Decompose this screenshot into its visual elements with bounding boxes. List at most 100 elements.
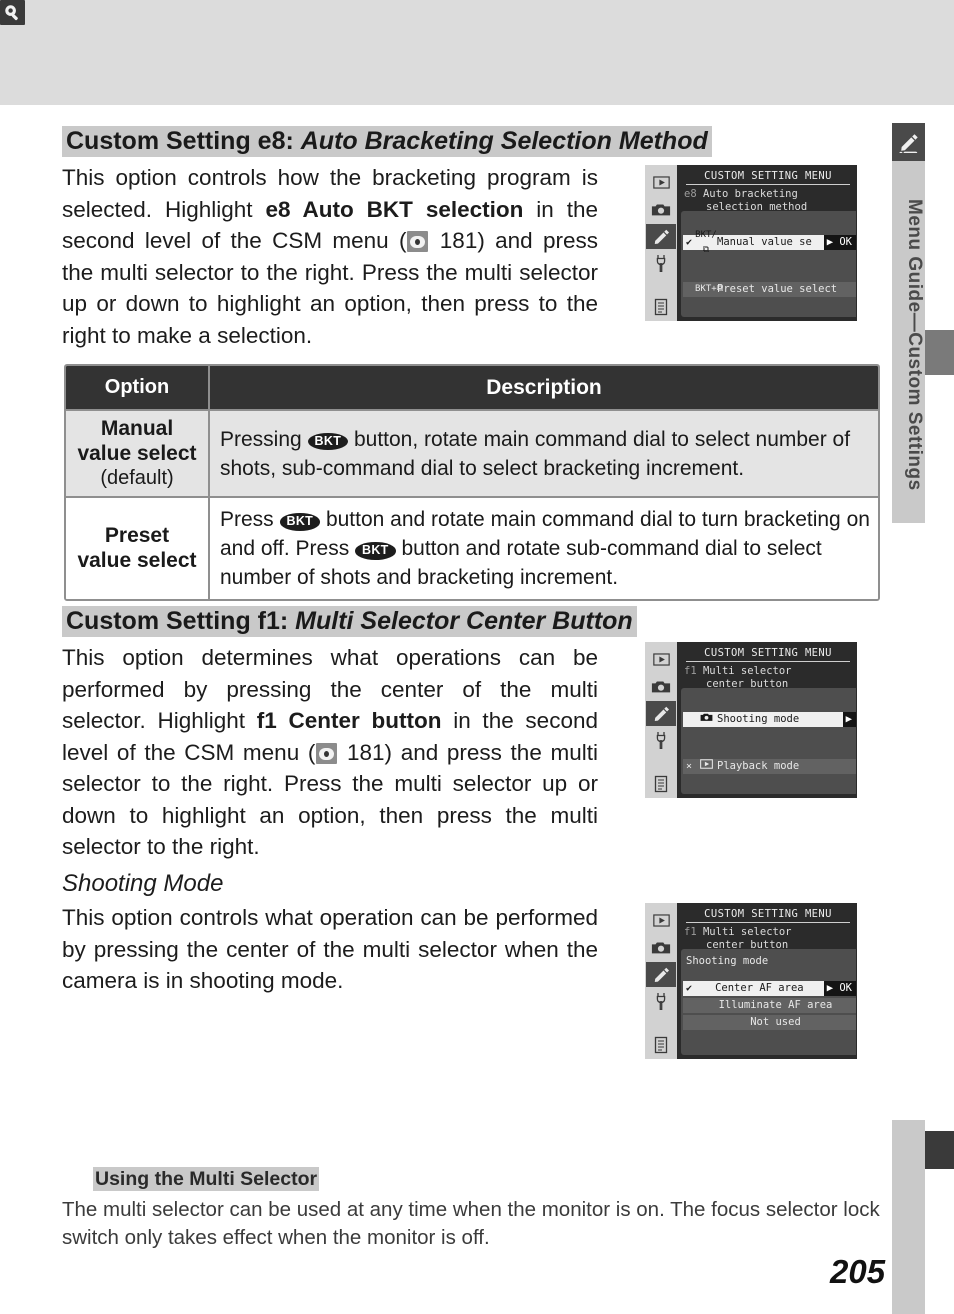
note-heading-text: Using the Multi Selector xyxy=(93,1167,320,1191)
table-cell-option-preset: Preset value select xyxy=(66,498,208,599)
lcd-option-not-used[interactable]: Not used xyxy=(683,1015,856,1030)
lcd-sidebar xyxy=(645,903,677,1059)
subsection-shooting-body: This option controls what operation can … xyxy=(62,905,598,993)
bkt-continuous-icon: BKT/⧉ xyxy=(695,229,717,255)
lcd-option-illuminate-af-area[interactable]: Illuminate AF area xyxy=(683,998,856,1013)
side-bottom-marker xyxy=(925,1131,954,1169)
lcd-option-preset-value-select[interactable]: BKT+⧉ Preset value select xyxy=(683,282,856,297)
side-tab-bottom-strip xyxy=(892,1120,925,1314)
lcd-option-panel: Shooting mode ✔ Center AF area ▶ OK Illu… xyxy=(681,949,856,1055)
f1-body-bold: f1 Center button xyxy=(256,708,442,733)
lcd-option-center-af-area[interactable]: ✔ Center AF area ▶ OK xyxy=(683,981,856,996)
option-line-1: Preset xyxy=(104,523,170,547)
note-heading: Using the Multi Selector xyxy=(93,1167,320,1191)
page-reference-icon xyxy=(316,742,338,764)
lcd-sub-line1: Auto bracketing xyxy=(702,188,798,200)
lcd-screenshot-shooting-mode: CUSTOM SETTING MENU f1 Multi selector ce… xyxy=(645,903,857,1059)
lcd-main-area: CUSTOM SETTING MENU e8 Auto bracketing s… xyxy=(677,165,857,321)
desc-part: Pressing xyxy=(220,427,308,451)
lcd-option-label: Preset value select xyxy=(717,283,838,295)
lcd-ok-badge: ▶ OK xyxy=(823,981,856,996)
desc-part: Press xyxy=(220,508,280,532)
page-number: 205 xyxy=(830,1253,886,1290)
lcd-code: f1 xyxy=(684,665,697,677)
lcd-panel-gap xyxy=(681,967,856,981)
lcd-code: f1 xyxy=(684,926,697,938)
table-row: Preset value select Press BKT button and… xyxy=(66,498,878,600)
section-heading-f1-title: Multi Selector Center Button xyxy=(295,607,633,635)
lcd-panel-gap xyxy=(681,727,856,759)
recent-settings-icon xyxy=(646,771,676,797)
option-line-2: value select xyxy=(77,441,197,465)
table-cell-description-manual: Pressing BKT button, rotate main command… xyxy=(210,411,878,496)
section-heading-e8-prefix: Custom Setting e8: xyxy=(66,127,301,155)
lcd-checkmark: ✔ xyxy=(685,983,693,994)
lcd-panel-title: Shooting mode xyxy=(686,955,769,967)
section-heading-f1: Custom Setting f1: Multi Selector Center… xyxy=(62,606,637,638)
lcd-ok-badge: ▶ OK xyxy=(823,235,856,250)
section-heading-f1-prefix: Custom Setting f1: xyxy=(66,607,296,635)
table-header-description: Description xyxy=(486,376,602,399)
lcd-option-manual-value-select[interactable]: ✔ BKT/⧉ Manual value se ▶ OK xyxy=(683,230,856,255)
recent-settings-icon xyxy=(646,1032,676,1058)
lcd-code: e8 xyxy=(684,188,697,200)
lcd-main-area: CUSTOM SETTING MENU f1 Multi selector ce… xyxy=(677,642,857,798)
lcd-sidebar-spacer xyxy=(646,1015,676,1031)
lcd-sidebar-spacer xyxy=(646,277,676,293)
section-e8-body: This option controls how the bracketing … xyxy=(62,162,598,351)
option-line-2: value select xyxy=(77,548,197,572)
camera-icon xyxy=(695,712,717,728)
lcd-title: CUSTOM SETTING MENU xyxy=(686,647,850,662)
lcd-option-panel: ✔ BKT/⧉ Manual value se ▶ OK BKT+⧉ Prese… xyxy=(681,211,856,317)
play-icon xyxy=(646,647,676,673)
camera-icon xyxy=(646,197,676,223)
lcd-title: CUSTOM SETTING MENU xyxy=(686,170,850,185)
lcd-option-label: Shooting mode xyxy=(717,713,800,725)
wrench-icon xyxy=(646,250,676,276)
section-f1-body: This option determines what operations c… xyxy=(62,642,598,863)
lcd-sub-line1: Multi selector xyxy=(702,665,792,677)
top-margin-band xyxy=(0,0,954,105)
option-default-note: (default) xyxy=(100,466,174,489)
pencil-icon xyxy=(646,223,676,250)
lcd-option-shooting-mode[interactable]: Shooting mode ▶ xyxy=(683,712,856,727)
wrench-icon xyxy=(646,988,676,1014)
lcd-sidebar xyxy=(645,165,677,321)
side-tab-label: Menu Guide—Custom Settings xyxy=(904,199,925,491)
table-header-option: Option xyxy=(104,375,170,398)
camera-icon xyxy=(646,935,676,961)
subsection-heading-shooting-mode: Shooting Mode xyxy=(62,870,224,897)
lcd-option-playback-mode[interactable]: × Playback mode xyxy=(683,758,856,775)
lcd-option-label: Illuminate AF area xyxy=(718,999,833,1011)
note-body: The multi selector can be used at any ti… xyxy=(62,1198,880,1249)
lcd-option-label: Not used xyxy=(750,1016,801,1028)
lcd-sub-line1: Multi selector xyxy=(702,926,792,938)
wrench-icon xyxy=(646,727,676,753)
camera-icon xyxy=(646,674,676,700)
e8-body-bold: e8 Auto BKT selection xyxy=(265,196,524,222)
lcd-checkmark: ✔ xyxy=(685,237,693,248)
bkt-button-icon: BKT xyxy=(307,432,349,451)
table-cell-description-preset: Press BKT button and rotate main command… xyxy=(210,498,878,599)
lcd-option-label: Manual value se xyxy=(717,236,812,248)
lcd-cross-mark: × xyxy=(685,761,693,772)
lcd-sidebar-spacer xyxy=(646,754,676,770)
bkt-button-icon: BKT xyxy=(355,542,396,560)
option-line-1: Manual xyxy=(100,417,174,440)
side-chapter-marker xyxy=(925,330,954,375)
play-icon xyxy=(695,758,717,775)
bkt-button-icon: BKT xyxy=(279,513,321,531)
lcd-screenshot-f1: CUSTOM SETTING MENU f1 Multi selector ce… xyxy=(645,642,857,798)
recent-settings-icon xyxy=(646,294,676,320)
table-row: Manual value select (default) Pressing B… xyxy=(66,411,878,497)
lcd-option-panel: Shooting mode ▶ × Playback mode xyxy=(681,688,856,794)
bkt-plus-continuous-icon: BKT+⧉ xyxy=(695,284,724,294)
pencil-icon xyxy=(646,961,676,988)
options-table: Option Description Manual value select (… xyxy=(64,364,880,602)
pencil-icon xyxy=(892,123,925,161)
lcd-arrow-badge: ▶ xyxy=(842,712,856,727)
lcd-title: CUSTOM SETTING MENU xyxy=(686,908,850,923)
magnifier-icon xyxy=(0,0,25,25)
play-icon xyxy=(646,908,676,934)
lcd-main-area: CUSTOM SETTING MENU f1 Multi selector ce… xyxy=(677,903,857,1059)
